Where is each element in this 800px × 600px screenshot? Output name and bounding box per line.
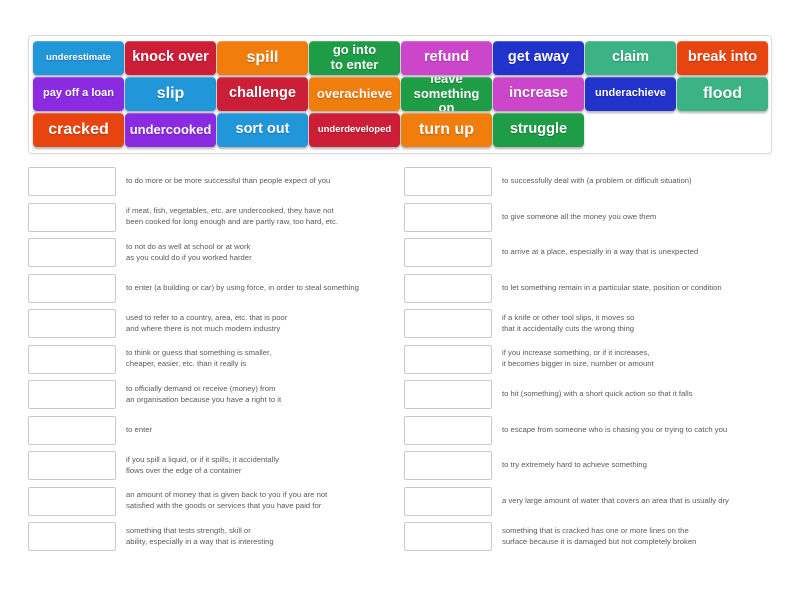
answer-drop-box[interactable]	[28, 273, 116, 303]
word-tile[interactable]: leave something on	[401, 77, 492, 111]
definition-text: to think or guess that something is smal…	[126, 348, 272, 369]
answer-drop-box[interactable]	[28, 238, 116, 268]
answer-drop-box[interactable]	[28, 415, 116, 445]
definition-text: if you spill a liquid, or if it spills, …	[126, 454, 279, 475]
definition-row: to escape from someone who is chasing yo…	[404, 413, 780, 449]
word-tile[interactable]: underachieve	[585, 77, 676, 111]
definition-text: to not do as well at school or at work a…	[126, 241, 252, 262]
word-tile[interactable]: turn up	[401, 113, 492, 147]
definition-text: a very large amount of water that covers…	[502, 495, 729, 505]
answer-drop-box[interactable]	[404, 451, 492, 481]
answer-drop-box[interactable]	[404, 344, 492, 374]
word-tile-bank: underestimate knock over spill go into to e…	[28, 35, 772, 154]
word-tile[interactable]: refund	[401, 41, 492, 75]
definition-text: something that is cracked has one or mor…	[502, 525, 697, 546]
definition-text: if a knife or other tool slips, it moves…	[502, 312, 635, 333]
answer-drop-box[interactable]	[404, 167, 492, 197]
definition-row: to hit (something) with a short quick ac…	[404, 377, 780, 413]
definition-row: to give someone all the money you owe th…	[404, 200, 780, 236]
definition-column-left: to do more or be more successful than pe…	[28, 164, 404, 555]
tile-row: cracked undercooked sort out underdeveloped…	[33, 113, 767, 147]
answer-drop-box[interactable]	[404, 486, 492, 516]
definition-text: to enter	[126, 424, 153, 434]
definition-text: to let something remain in a particular …	[502, 282, 722, 292]
answer-drop-box[interactable]	[404, 273, 492, 303]
definition-column-right: to successfully deal with (a problem or …	[404, 164, 780, 555]
word-tile[interactable]: cracked	[33, 113, 124, 147]
definition-text: to hit (something) with a short quick ac…	[502, 389, 693, 399]
definition-row: used to refer to a country, area, etc. t…	[28, 306, 404, 342]
answer-drop-box[interactable]	[28, 486, 116, 516]
answer-drop-box[interactable]	[28, 344, 116, 374]
word-tile[interactable]: challenge	[217, 77, 308, 111]
word-tile[interactable]: overachieve	[309, 77, 400, 111]
definition-text: to enter (a building or car) by using fo…	[126, 282, 359, 292]
word-tile[interactable]: spill	[217, 41, 308, 75]
word-tile[interactable]: increase	[493, 77, 584, 111]
definition-row: to successfully deal with (a problem or …	[404, 164, 780, 200]
answer-drop-box[interactable]	[28, 451, 116, 481]
answer-drop-box[interactable]	[404, 309, 492, 339]
definition-text: to try extremely hard to achieve somethi…	[502, 460, 647, 470]
matchup-activity: underestimate knock over spill go into to e…	[0, 0, 800, 600]
answer-drop-box[interactable]	[404, 380, 492, 410]
word-tile[interactable]: underdeveloped	[309, 113, 400, 147]
word-tile[interactable]: slip	[125, 77, 216, 111]
definition-row: to not do as well at school or at work a…	[28, 235, 404, 271]
word-tile[interactable]: struggle	[493, 113, 584, 147]
definition-row: to officially demand or receive (money) …	[28, 377, 404, 413]
tile-row: underestimate knock over spill go into to e…	[33, 41, 768, 75]
word-tile[interactable]: undercooked	[125, 113, 216, 147]
word-tile[interactable]: pay off a loan	[33, 77, 124, 111]
definition-columns: to do more or be more successful than pe…	[28, 164, 780, 555]
answer-drop-box[interactable]	[28, 522, 116, 552]
definition-row: to enter	[28, 413, 404, 449]
answer-drop-box[interactable]	[28, 167, 116, 197]
word-tile[interactable]: get away	[493, 41, 584, 75]
definition-text: if meat, fish, vegetables, etc. are unde…	[126, 206, 338, 227]
definition-text: something that tests strength, skill or …	[126, 525, 274, 546]
definition-text: to escape from someone who is chasing yo…	[502, 424, 728, 434]
answer-drop-box[interactable]	[404, 238, 492, 268]
definition-row: if you spill a liquid, or if it spills, …	[28, 448, 404, 484]
definition-text: to do more or be more successful than pe…	[126, 176, 331, 186]
definition-row: if meat, fish, vegetables, etc. are unde…	[28, 200, 404, 236]
definition-row: to think or guess that something is smal…	[28, 342, 404, 378]
word-tile[interactable]: underestimate	[33, 41, 124, 75]
definition-row: to do more or be more successful than pe…	[28, 164, 404, 200]
definition-text: to give someone all the money you owe th…	[502, 211, 657, 221]
definition-row: to try extremely hard to achieve somethi…	[404, 448, 780, 484]
answer-drop-box[interactable]	[404, 522, 492, 552]
definition-text: to officially demand or receive (money) …	[126, 383, 282, 404]
definition-text: to arrive at a place, especially in a wa…	[502, 247, 699, 257]
definition-text: used to refer to a country, area, etc. t…	[126, 312, 288, 333]
definition-row: a very large amount of water that covers…	[404, 484, 780, 520]
definition-row: something that is cracked has one or mor…	[404, 519, 780, 555]
definition-row: to enter (a building or car) by using fo…	[28, 271, 404, 307]
definition-row: an amount of money that is given back to…	[28, 484, 404, 520]
answer-drop-box[interactable]	[28, 202, 116, 232]
answer-drop-box[interactable]	[28, 309, 116, 339]
word-tile[interactable]: sort out	[217, 113, 308, 147]
word-tile[interactable]: flood	[677, 77, 768, 111]
definition-row: if a knife or other tool slips, it moves…	[404, 306, 780, 342]
definition-text: an amount of money that is given back to…	[126, 490, 328, 511]
definition-text: to successfully deal with (a problem or …	[502, 176, 692, 186]
definition-row: to arrive at a place, especially in a wa…	[404, 235, 780, 271]
tile-row: pay off a loan slip challenge overachieve le…	[33, 77, 768, 111]
word-tile[interactable]: go into to enter	[309, 41, 400, 75]
answer-drop-box[interactable]	[404, 202, 492, 232]
definition-row: if you increase something, or if it incr…	[404, 342, 780, 378]
definition-text: if you increase something, or if it incr…	[502, 348, 654, 369]
word-tile[interactable]: break into	[677, 41, 768, 75]
definition-row: something that tests strength, skill or …	[28, 519, 404, 555]
answer-drop-box[interactable]	[28, 380, 116, 410]
word-tile[interactable]: claim	[585, 41, 676, 75]
answer-drop-box[interactable]	[404, 415, 492, 445]
definition-row: to let something remain in a particular …	[404, 271, 780, 307]
word-tile[interactable]: knock over	[125, 41, 216, 75]
